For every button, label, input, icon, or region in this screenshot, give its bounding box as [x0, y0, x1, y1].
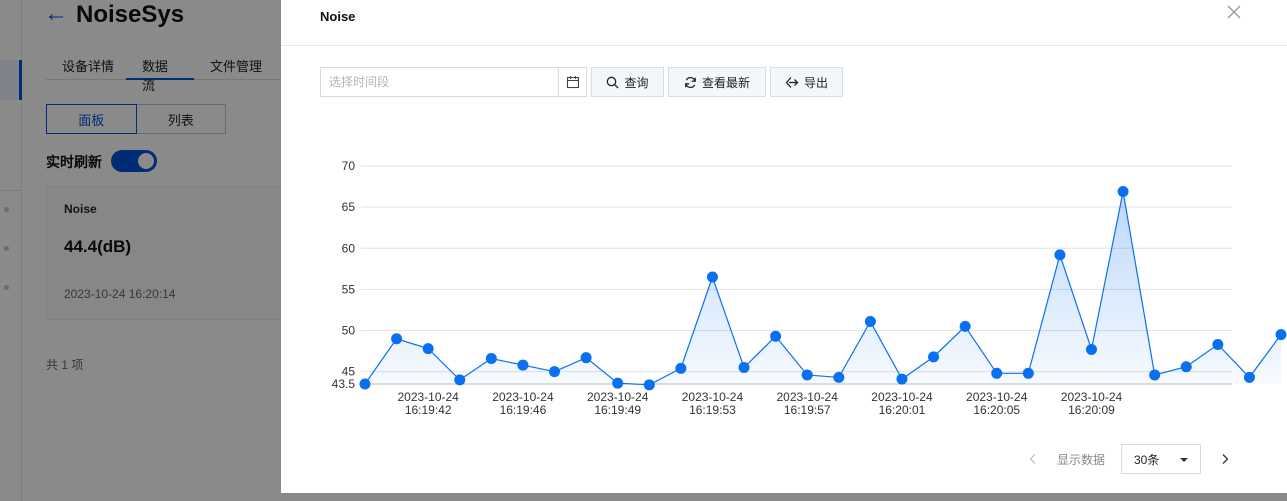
- data-point: [485, 352, 497, 364]
- x-tick-label-time: 16:19:42: [405, 403, 452, 417]
- noise-drawer: Noise 查询 查看: [281, 0, 1287, 493]
- data-point: [738, 362, 750, 374]
- data-point: [928, 351, 940, 363]
- data-point: [643, 379, 655, 391]
- page-size-value: 30条: [1134, 452, 1160, 467]
- refresh-icon: [685, 76, 696, 88]
- data-point: [1149, 369, 1161, 381]
- data-point: [359, 378, 371, 390]
- export-button[interactable]: 导出: [770, 67, 843, 97]
- export-button-label: 导出: [803, 75, 828, 90]
- close-icon: [1227, 5, 1241, 19]
- drawer-header: Noise: [281, 0, 1287, 46]
- data-point: [1054, 249, 1066, 261]
- data-point: [549, 366, 561, 378]
- data-point: [454, 374, 466, 386]
- x-tick-label-time: 16:19:49: [594, 403, 641, 417]
- y-tick-label: 65: [342, 200, 356, 214]
- data-point: [1022, 367, 1034, 379]
- x-tick-label-time: 16:20:09: [1068, 403, 1115, 417]
- next-page-button[interactable]: [1215, 449, 1235, 469]
- data-point: [422, 343, 434, 355]
- data-point: [833, 371, 845, 383]
- data-point: [1275, 329, 1287, 341]
- x-tick-label-date: 2023-10-24: [966, 390, 1028, 404]
- x-tick-label-date: 2023-10-24: [777, 390, 839, 404]
- calendar-icon: [566, 76, 579, 89]
- caret-down-icon: [1180, 458, 1188, 462]
- y-tick-label: 55: [342, 282, 356, 296]
- page-size-select[interactable]: 30条: [1121, 444, 1201, 474]
- data-point: [1212, 339, 1224, 351]
- view-latest-label: 查看最新: [701, 75, 750, 90]
- data-point: [896, 373, 908, 385]
- y-tick-label: 60: [342, 241, 356, 255]
- x-tick-label-time: 16:19:53: [689, 403, 736, 417]
- data-point: [517, 359, 529, 371]
- x-tick-label-time: 16:20:01: [879, 403, 926, 417]
- time-range-picker[interactable]: [320, 67, 587, 97]
- x-tick-label-date: 2023-10-24: [682, 390, 744, 404]
- close-button[interactable]: [1219, 4, 1249, 30]
- data-point: [675, 362, 687, 374]
- data-point: [580, 352, 592, 364]
- chevron-right-icon: [1222, 454, 1229, 464]
- data-point: [770, 330, 782, 342]
- x-tick-label-date: 2023-10-24: [587, 390, 649, 404]
- data-point: [801, 369, 813, 381]
- prev-page-button[interactable]: [1023, 449, 1043, 469]
- data-point: [391, 333, 403, 345]
- x-tick-label-date: 2023-10-24: [397, 390, 459, 404]
- data-point: [864, 315, 876, 327]
- drawer-title: Noise: [320, 9, 356, 24]
- time-range-input[interactable]: [321, 68, 557, 96]
- data-point: [706, 271, 718, 283]
- x-tick-label-date: 2023-10-24: [1061, 390, 1123, 404]
- y-tick-label: 43.5: [332, 377, 356, 391]
- data-point: [959, 320, 971, 332]
- chevron-left-icon: [1029, 454, 1036, 464]
- series-area: [365, 191, 1281, 385]
- data-point: [1085, 343, 1097, 355]
- data-point: [612, 377, 624, 389]
- y-tick-label: 70: [342, 159, 356, 173]
- search-icon: [607, 76, 619, 88]
- export-icon: [785, 76, 799, 88]
- data-point: [1117, 186, 1129, 198]
- calendar-button[interactable]: [558, 68, 586, 96]
- x-tick-label-time: 16:20:05: [973, 403, 1020, 417]
- x-tick-label-time: 16:19:57: [784, 403, 831, 417]
- view-latest-button[interactable]: 查看最新: [668, 67, 766, 97]
- data-point: [1180, 361, 1192, 373]
- noise-line-chart: 70656055504543.52023-10-2416:19:422023-1…: [332, 159, 1287, 417]
- query-button[interactable]: 查询: [591, 67, 664, 97]
- query-button-label: 查询: [624, 75, 649, 90]
- x-tick-label-date: 2023-10-24: [871, 390, 933, 404]
- x-tick-label-time: 16:19:46: [500, 403, 547, 417]
- display-count-label: 显示数据: [1057, 453, 1106, 467]
- data-point: [991, 367, 1003, 379]
- y-tick-label: 50: [342, 324, 356, 338]
- data-point: [1243, 371, 1255, 383]
- x-tick-label-date: 2023-10-24: [492, 390, 554, 404]
